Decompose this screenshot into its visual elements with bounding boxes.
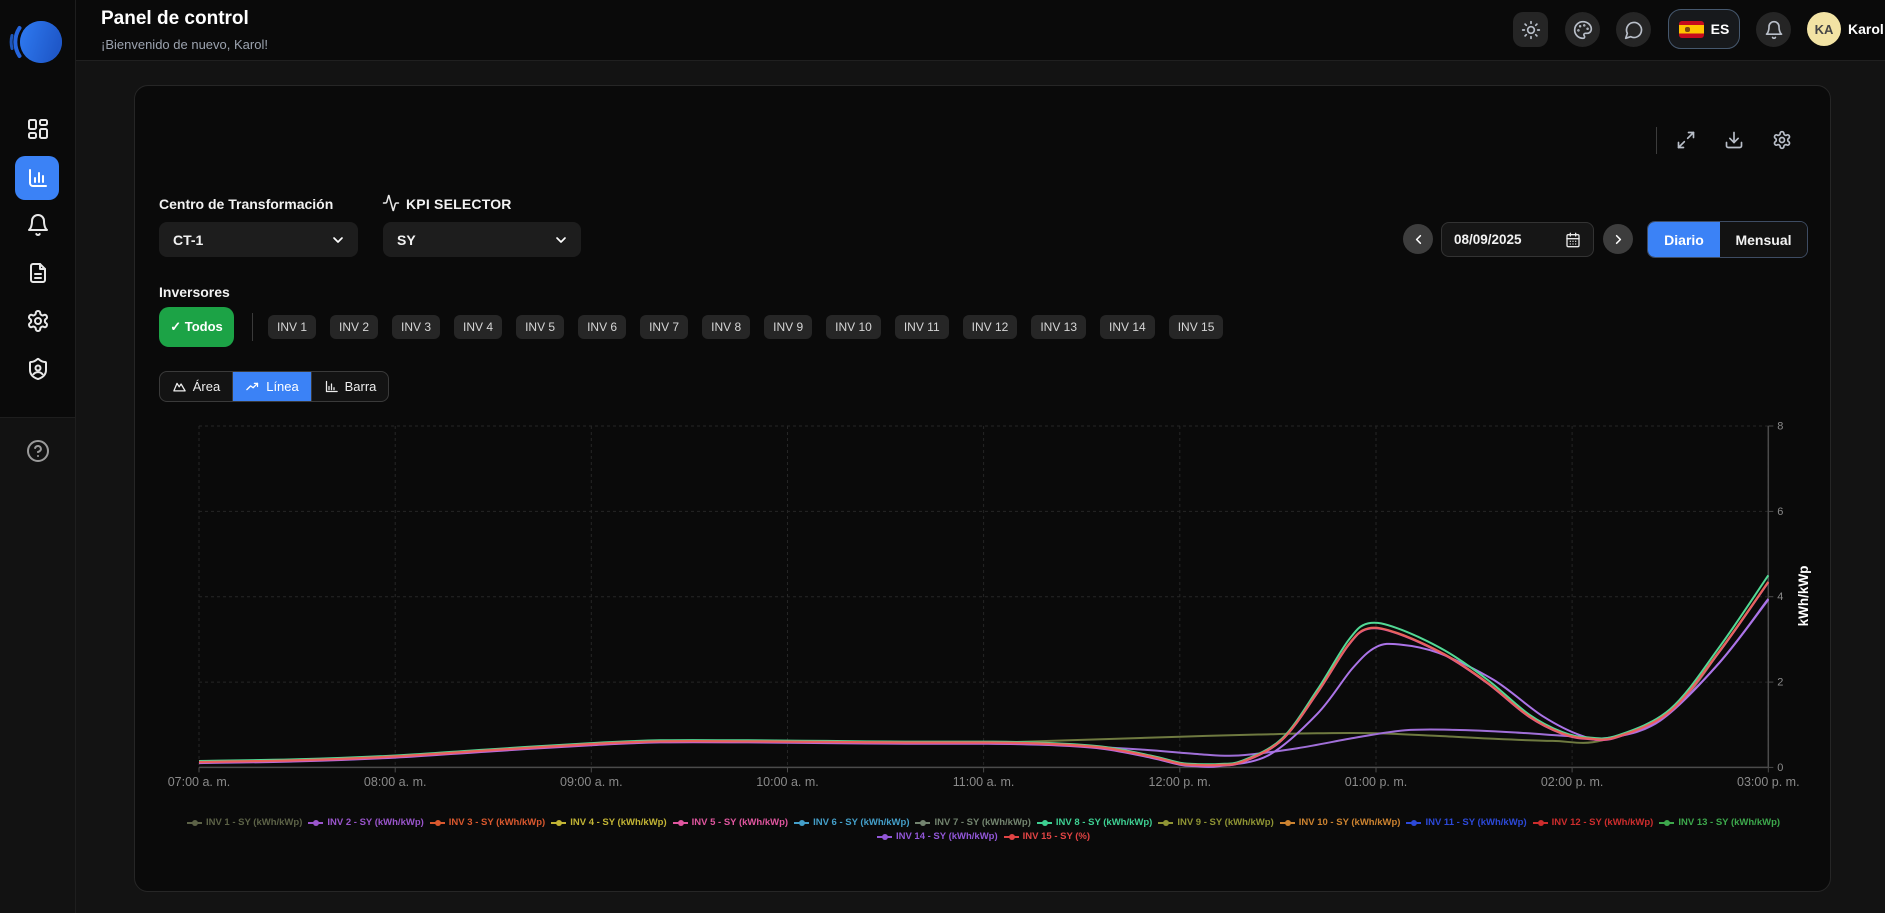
svg-text:2: 2 xyxy=(1777,677,1783,689)
svg-text:0: 0 xyxy=(1777,762,1783,774)
svg-text:6: 6 xyxy=(1777,506,1783,518)
svg-text:02:00 p. m.: 02:00 p. m. xyxy=(1541,775,1604,789)
svg-text:09:00 a. m.: 09:00 a. m. xyxy=(560,775,623,789)
svg-text:4: 4 xyxy=(1777,591,1783,603)
svg-text:kWh/kWp: kWh/kWp xyxy=(1796,566,1811,627)
svg-text:08:00 a. m.: 08:00 a. m. xyxy=(364,775,427,789)
svg-text:11:00 a. m.: 11:00 a. m. xyxy=(953,775,1015,789)
svg-text:10:00 a. m.: 10:00 a. m. xyxy=(756,775,819,789)
svg-text:07:00 a. m.: 07:00 a. m. xyxy=(168,775,231,789)
svg-text:8: 8 xyxy=(1777,421,1783,433)
svg-text:01:00 p. m.: 01:00 p. m. xyxy=(1345,775,1408,789)
svg-text:03:00 p. m.: 03:00 p. m. xyxy=(1737,775,1800,789)
svg-text:12:00 p. m.: 12:00 p. m. xyxy=(1149,775,1212,789)
